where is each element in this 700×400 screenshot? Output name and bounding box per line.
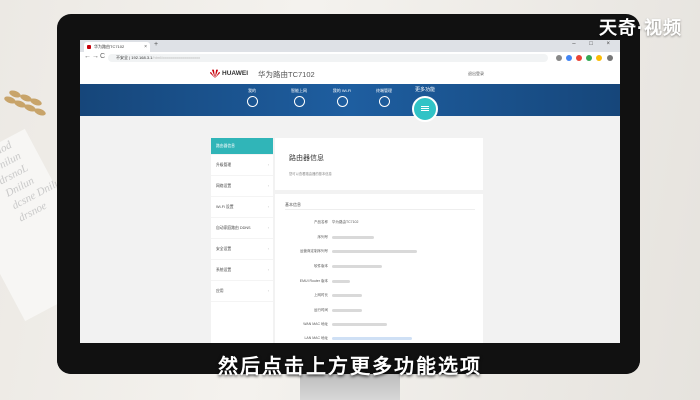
blurred-value (332, 250, 417, 253)
wheat-decoration (4, 90, 46, 116)
extension-icon[interactable] (566, 55, 572, 61)
info-label: 运行时间 (314, 308, 328, 312)
info-row: EMUI Router 版本 (275, 279, 483, 291)
nav-item-internet[interactable]: 智能上网 (279, 88, 319, 107)
router-nav-bar: 我的 智能上网 我的 Wi-Fi 终端管理 (80, 84, 620, 116)
router-title: 华为路由TC7102 (258, 70, 315, 79)
user-icon (378, 96, 390, 107)
url-input[interactable]: 不安全 | 192.168.3.1/html/xxxxxxxxxxxxxxxxx… (108, 54, 548, 62)
sidebar-item-apps[interactable]: 应用 › (211, 281, 273, 302)
info-label: WAN MAC 地址 (303, 322, 328, 326)
forward-button[interactable]: → (92, 53, 99, 60)
info-value: 华为路由TC7102 (332, 220, 359, 224)
window-controls[interactable]: – □ × (572, 41, 616, 47)
url-path: /html/xxxxxxxxxxxxxxxxxxx (152, 55, 201, 60)
chevron-right-icon: › (267, 184, 269, 188)
url-host: 不安全 | 192.168.3.1 (116, 55, 153, 60)
more-functions-label: 更多功能 (414, 87, 435, 93)
info-label: EMUI Router 版本 (299, 279, 328, 283)
back-button[interactable]: ← (84, 53, 91, 60)
info-row: 运营商定制序列号 (275, 249, 483, 261)
nav-item-devices[interactable]: 终端管理 (364, 88, 404, 107)
browser-tab[interactable]: 华为路由TC7102 × (84, 42, 150, 52)
reload-button[interactable]: C (100, 53, 105, 60)
info-row: WAN MAC 地址 (275, 322, 483, 334)
info-row: 序列号 (275, 235, 483, 247)
info-row: LAN MAC 地址 (275, 336, 483, 343)
extension-icon[interactable] (576, 55, 582, 61)
info-row: 上网时长 (275, 293, 483, 305)
info-label: 产品名称 (314, 220, 328, 224)
blurred-value (332, 309, 362, 312)
browser-menu-icon[interactable] (607, 55, 613, 61)
globe-icon (293, 96, 305, 107)
blurred-value (332, 280, 350, 283)
info-row: 产品名称 华为路由TC7102 (275, 220, 483, 232)
huawei-favicon-icon (87, 45, 91, 49)
nav-item-label: 终端管理 (376, 88, 392, 93)
extension-icon[interactable] (586, 55, 592, 61)
nav-item-label: 智能上网 (291, 88, 307, 93)
info-label: 运营商定制序列号 (300, 249, 328, 253)
logout-link[interactable]: 退出登录 (468, 71, 484, 77)
tab-title: 华为路由TC7102 (94, 44, 125, 49)
sidebar-item-system[interactable]: 系统设置 › (211, 260, 273, 281)
new-tab-button[interactable]: + (154, 41, 158, 48)
blurred-value (332, 294, 362, 297)
chevron-right-icon: › (267, 268, 269, 272)
home-icon (246, 96, 258, 107)
section-rule (285, 209, 475, 210)
extension-icon[interactable] (596, 55, 602, 61)
sidebar-item-wifi[interactable]: Wi-Fi 设置 › (211, 197, 273, 218)
blurred-value (332, 265, 382, 268)
info-label: LAN MAC 地址 (304, 336, 328, 340)
info-row: 软件版本 (275, 264, 483, 276)
sidebar-item-network[interactable]: 网络设置 › (211, 176, 273, 197)
router-header: HUAWEI 华为路由TC7102 退出登录 (80, 64, 620, 84)
blurred-value (332, 323, 387, 326)
extension-icon[interactable] (556, 55, 562, 61)
watermark-logo: 天奇·视频 (599, 18, 682, 38)
sidebar-item-security[interactable]: 安全设置 › (211, 239, 273, 260)
info-row: 运行时间 (275, 308, 483, 320)
info-label: 上网时长 (314, 293, 328, 297)
monitor-screen: 华为路由TC7102 × + – □ × ← → C 不安全 | 192.168… (80, 40, 620, 343)
chevron-right-icon: › (267, 247, 269, 251)
sidebar-item-upgrade[interactable]: 升级管理 › (211, 155, 273, 176)
nav-item-home[interactable]: 我的 (232, 88, 272, 107)
huawei-brand: HUAWEI (222, 70, 248, 77)
settings-sidebar: 路由器信息 升级管理 › 网络设置 › Wi-Fi 设置 › 自动家庭路由 DDNS ›… (211, 138, 273, 343)
info-label: 软件版本 (314, 264, 328, 268)
browser-tab-bar: 华为路由TC7102 × + – □ × (80, 40, 620, 52)
nav-item-wifi[interactable]: 我的 Wi-Fi (322, 88, 362, 107)
nav-item-label: 我的 (248, 88, 256, 93)
page-description: 您可以查看路由器的基本信息 (289, 172, 332, 176)
chevron-right-icon: › (267, 289, 269, 293)
chevron-right-icon: › (267, 205, 269, 209)
nav-item-label: 我的 Wi-Fi (332, 88, 352, 93)
sidebar-item-router-info[interactable]: 路由器信息 (211, 138, 273, 155)
blurred-value (332, 337, 412, 340)
info-label: 序列号 (317, 235, 329, 239)
more-functions-button[interactable] (412, 96, 438, 122)
tab-close-icon[interactable]: × (144, 42, 147, 52)
wifi-icon (336, 96, 348, 107)
section-divider (275, 190, 483, 194)
chevron-right-icon: › (267, 226, 269, 230)
video-subtitle: 然后点击上方更多功能选项 (218, 356, 482, 378)
blurred-value (332, 236, 374, 239)
router-info-panel: 路由器信息 您可以查看路由器的基本信息 基本信息 产品名称 华为路由TC7102… (275, 138, 483, 343)
page-title: 路由器信息 (289, 155, 324, 162)
chevron-right-icon: › (267, 163, 269, 167)
sidebar-item-ddns[interactable]: 自动家庭路由 DDNS › (211, 218, 273, 239)
menu-icon (421, 106, 429, 107)
huawei-logo-icon (210, 69, 220, 78)
section-title: 基本信息 (285, 202, 301, 207)
